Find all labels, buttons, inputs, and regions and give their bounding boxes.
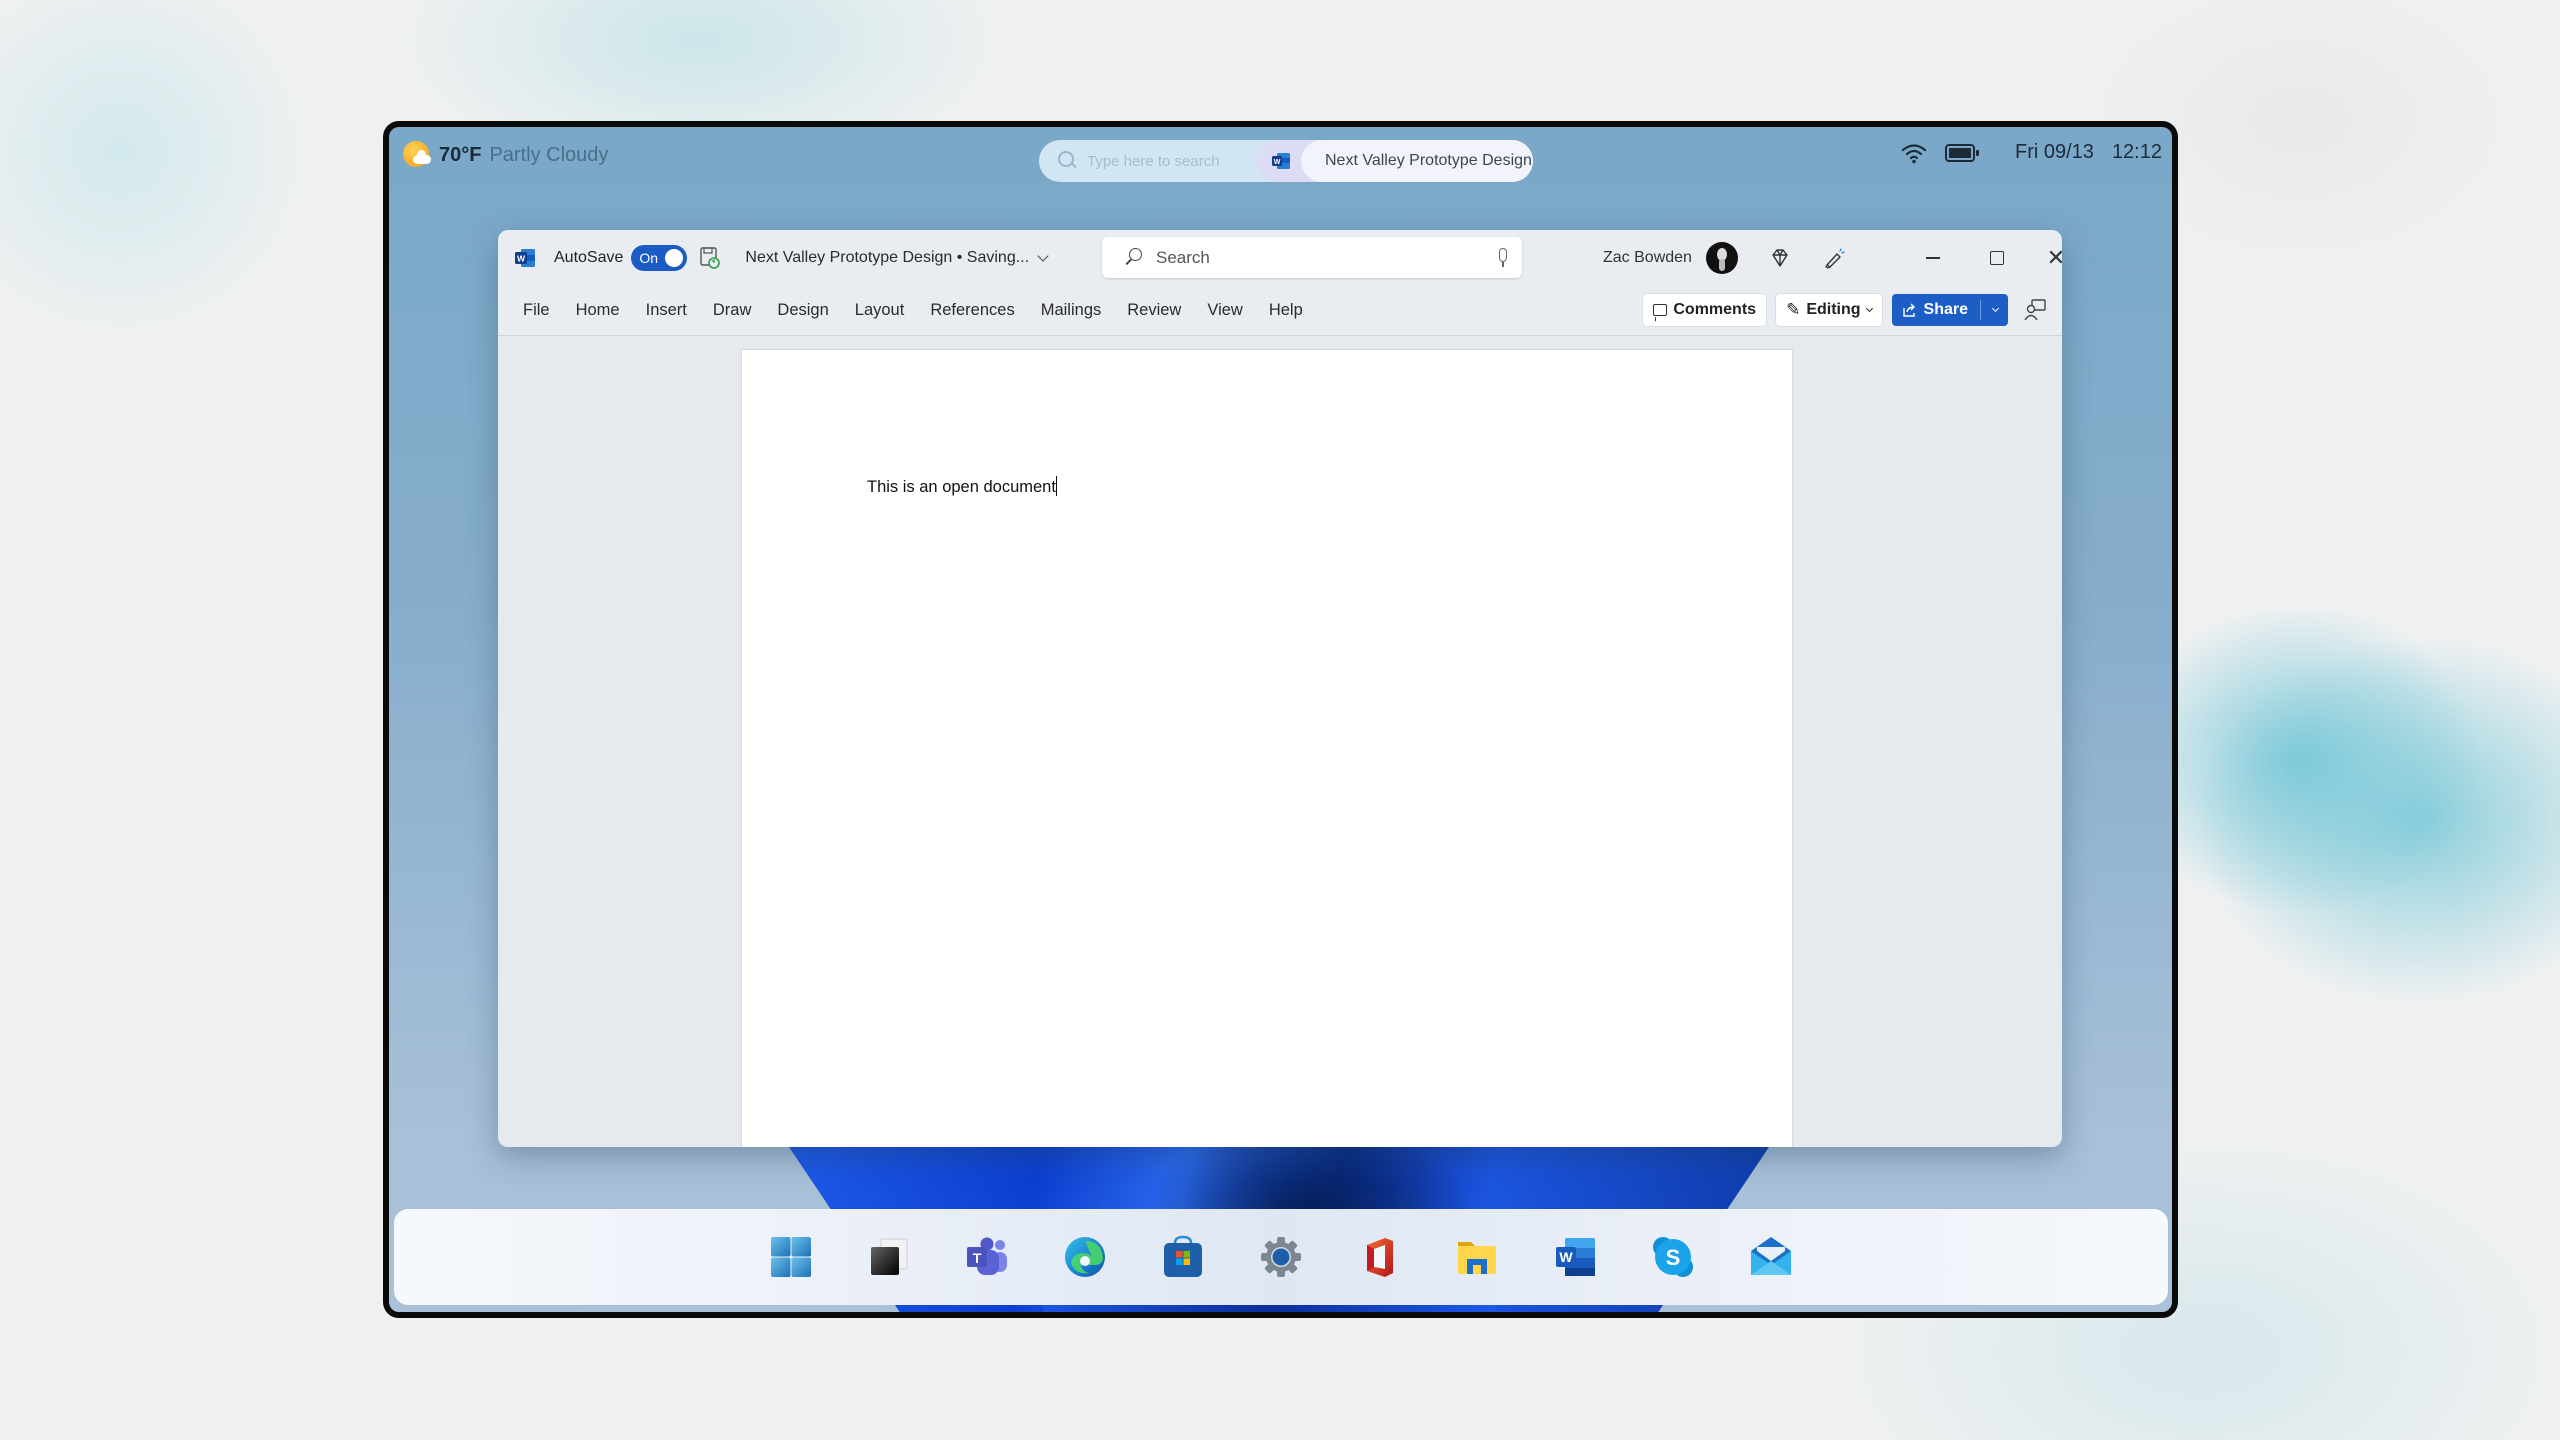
autosave-state: On <box>639 250 659 266</box>
editing-mode-button[interactable]: ✎ Editing <box>1776 294 1882 326</box>
wifi-icon[interactable] <box>1901 142 1927 164</box>
search-icon <box>1124 248 1144 268</box>
teams-icon[interactable]: T <box>965 1235 1009 1279</box>
clock: 12:12 <box>2111 141 2162 163</box>
word-logo-icon: W <box>515 249 535 267</box>
windows-logo-icon[interactable] <box>769 1235 813 1279</box>
active-app-chip[interactable]: W Next Valley Prototype Design <box>1257 140 1533 182</box>
close-icon: ✕ <box>2047 247 2062 269</box>
word-icon: W <box>1272 153 1290 169</box>
share-dropdown-chevron-icon[interactable] <box>1991 304 2000 313</box>
microphone-icon[interactable] <box>1496 247 1510 269</box>
temperature: 70°F <box>439 143 482 166</box>
minimize-button[interactable] <box>1908 230 1958 286</box>
gear-icon[interactable] <box>1259 1235 1303 1279</box>
share-label: Share <box>1923 301 1968 318</box>
tab-view[interactable]: View <box>1207 301 1242 320</box>
tab-help[interactable]: Help <box>1269 301 1303 320</box>
document-title-dropdown[interactable]: Next Valley Prototype Design • Saving... <box>745 249 1049 267</box>
diamond-premium-icon[interactable] <box>1768 246 1792 270</box>
tab-insert[interactable]: Insert <box>646 301 687 320</box>
word-search-placeholder: Search <box>1156 247 1210 267</box>
word-icon[interactable]: W <box>1553 1235 1597 1279</box>
device-frame: 70°F Partly Cloudy Type here to search W… <box>383 121 2178 1318</box>
tab-layout[interactable]: Layout <box>855 301 905 320</box>
document-body[interactable]: This is an open document <box>867 476 1057 497</box>
minimize-icon <box>1926 257 1940 259</box>
document-title: Next Valley Prototype Design • Saving... <box>745 249 1030 266</box>
comments-label: Comments <box>1673 301 1757 318</box>
maximize-button[interactable] <box>1972 230 2022 286</box>
ribbon-actions: Comments ✎ Editing Share <box>1643 294 2048 326</box>
autosave-toggle[interactable]: On <box>631 245 688 271</box>
share-button[interactable]: Share <box>1891 294 2008 326</box>
save-sync-icon[interactable] <box>699 246 721 270</box>
avatar[interactable] <box>1705 242 1738 274</box>
task-view-icon[interactable] <box>867 1235 911 1279</box>
tab-home[interactable]: Home <box>576 301 620 320</box>
tab-file[interactable]: File <box>523 301 550 320</box>
search-icon <box>1055 150 1077 172</box>
mail-icon[interactable] <box>1749 1235 1793 1279</box>
document-canvas: This is an open document <box>498 337 2062 1147</box>
folder-icon[interactable] <box>1455 1235 1499 1279</box>
feedback-megaphone-icon[interactable] <box>1822 246 1846 270</box>
edge-icon[interactable] <box>1063 1235 1107 1279</box>
comment-icon <box>1653 304 1668 316</box>
status-bar: 70°F Partly Cloudy Type here to search W… <box>389 127 2172 187</box>
document-page[interactable]: This is an open document <box>742 350 1792 1147</box>
svg-text:T: T <box>973 1250 982 1266</box>
system-search-placeholder: Type here to search <box>1087 152 1220 170</box>
tab-references[interactable]: References <box>930 301 1014 320</box>
chevron-down-icon <box>1037 249 1049 262</box>
user-name[interactable]: Zac Bowden <box>1603 249 1692 267</box>
tab-design[interactable]: Design <box>777 301 828 320</box>
ribbon-tabs: File Home Insert Draw Design Layout Refe… <box>498 286 2062 336</box>
comments-button[interactable]: Comments <box>1643 294 1767 326</box>
editing-label: Editing <box>1806 301 1861 318</box>
present-icon[interactable] <box>2022 297 2048 323</box>
svg-text:W: W <box>1274 159 1281 166</box>
autosave-label: AutoSave <box>554 249 624 266</box>
tab-draw[interactable]: Draw <box>713 301 752 320</box>
maximize-icon <box>1990 251 2004 265</box>
tab-mailings[interactable]: Mailings <box>1041 301 1102 320</box>
document-text: This is an open document <box>867 478 1056 496</box>
pencil-icon: ✎ <box>1786 300 1801 319</box>
battery-icon[interactable] <box>1945 143 1979 162</box>
taskbar: T W S <box>394 1209 2168 1305</box>
office-icon[interactable] <box>1357 1235 1401 1279</box>
svg-text:S: S <box>1666 1245 1681 1270</box>
word-window: W AutoSave On Next Valley Prototype Desi… <box>498 230 2062 1147</box>
chevron-down-icon <box>1865 304 1873 313</box>
text-cursor <box>1055 476 1057 496</box>
system-tray: Fri 09/13 12:12 <box>1901 141 2162 164</box>
skype-icon[interactable]: S <box>1651 1235 1695 1279</box>
store-icon[interactable] <box>1161 1235 1205 1279</box>
tab-review[interactable]: Review <box>1127 301 1181 320</box>
date: Fri 09/13 <box>2015 141 2094 163</box>
title-bar: W AutoSave On Next Valley Prototype Desi… <box>498 230 2062 286</box>
svg-text:W: W <box>1559 1249 1573 1265</box>
svg-text:W: W <box>517 254 526 264</box>
close-button[interactable]: ✕ <box>2036 230 2062 286</box>
weather-condition: Partly Cloudy <box>489 143 609 166</box>
system-search-bar[interactable]: Type here to search W Next Valley Protot… <box>1039 140 1533 182</box>
share-icon <box>1902 303 1915 317</box>
account-area: Zac Bowden <box>1603 230 1846 286</box>
word-search-box[interactable]: Search <box>1102 237 1522 278</box>
active-document-name: Next Valley Prototype Design <box>1301 140 1533 182</box>
weather-widget[interactable]: 70°F Partly Cloudy <box>403 141 608 169</box>
partly-cloudy-icon <box>403 141 431 169</box>
